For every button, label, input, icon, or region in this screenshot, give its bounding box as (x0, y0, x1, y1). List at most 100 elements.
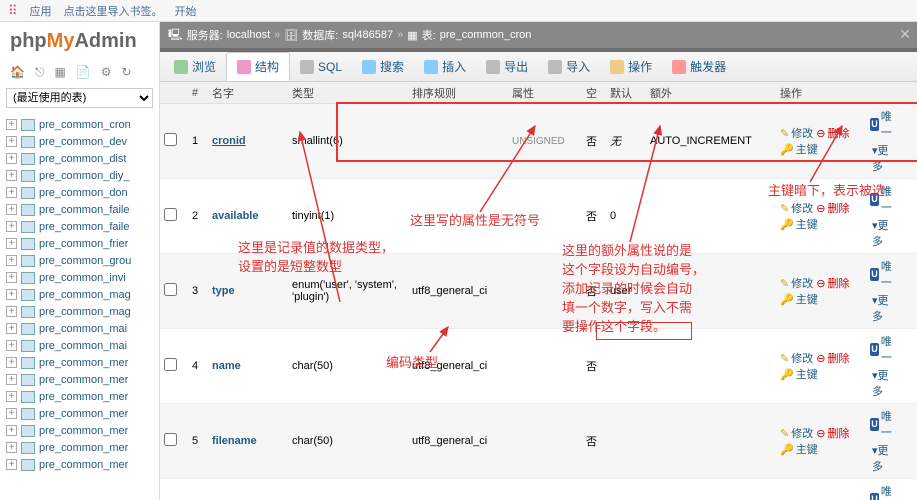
table-row-9[interactable]: +pre_common_invi (6, 269, 159, 286)
expand-icon[interactable]: + (6, 408, 17, 419)
table-row-20[interactable]: +pre_common_mer (6, 456, 159, 473)
close-icon[interactable]: ✕ (899, 26, 911, 43)
expand-icon[interactable]: + (6, 170, 17, 181)
tab-export[interactable]: 导出 (476, 53, 538, 80)
tab-sql[interactable]: SQL (290, 55, 352, 79)
apps-grid-icon[interactable]: ⠿ (8, 3, 18, 19)
table-row-1[interactable]: +pre_common_dev (6, 133, 159, 150)
delete-button[interactable]: ⊖删除 (816, 425, 849, 441)
expand-icon[interactable]: + (6, 204, 17, 215)
breadcrumb-server[interactable]: localhost (227, 29, 270, 41)
expand-icon[interactable]: + (6, 153, 17, 164)
docs-icon[interactable]: 📄 (76, 65, 91, 80)
column-name[interactable]: filename (208, 431, 288, 451)
expand-icon[interactable]: + (6, 374, 17, 385)
more-dropdown[interactable]: ▾更多 (872, 442, 896, 474)
expand-icon[interactable]: + (6, 272, 17, 283)
unique-button[interactable]: U唯一 (870, 483, 896, 500)
delete-button[interactable]: ⊖删除 (816, 125, 849, 141)
table-row-10[interactable]: +pre_common_mag (6, 286, 159, 303)
primary-key-button[interactable]: 🔑主键 (780, 216, 818, 232)
phpmyadmin-logo[interactable]: phpMyAdmin (0, 22, 159, 61)
table-row-4[interactable]: +pre_common_don (6, 184, 159, 201)
table-row-0[interactable]: +pre_common_cron (6, 116, 159, 133)
row-checkbox[interactable] (164, 208, 177, 221)
tab-browse[interactable]: 浏览 (164, 53, 226, 80)
table-row-14[interactable]: +pre_common_mer (6, 354, 159, 371)
table-row-17[interactable]: +pre_common_mer (6, 405, 159, 422)
table-row-5[interactable]: +pre_common_faile (6, 201, 159, 218)
unique-button[interactable]: U唯一 (870, 258, 896, 290)
tab-operations[interactable]: 操作 (600, 53, 662, 80)
table-row-2[interactable]: +pre_common_dist (6, 150, 159, 167)
logout-icon[interactable]: ⎋ (35, 65, 45, 80)
table-row-6[interactable]: +pre_common_faile (6, 218, 159, 235)
home-icon[interactable]: 🏠 (10, 65, 25, 80)
table-row-11[interactable]: +pre_common_mag (6, 303, 159, 320)
edit-button[interactable]: ✎修改 (780, 350, 813, 366)
expand-icon[interactable]: + (6, 425, 17, 436)
unique-button[interactable]: U唯一 (870, 108, 896, 140)
expand-icon[interactable]: + (6, 459, 17, 470)
expand-icon[interactable]: + (6, 238, 17, 249)
delete-button[interactable]: ⊖删除 (816, 275, 849, 291)
settings-icon[interactable]: ⚙ (101, 65, 112, 80)
sql-icon[interactable]: ▦ (54, 65, 65, 80)
table-row-18[interactable]: +pre_common_mer (6, 422, 159, 439)
column-name[interactable]: cronid (208, 131, 288, 151)
breadcrumb-db[interactable]: sql486587 (342, 29, 393, 41)
primary-key-button[interactable]: 🔑主键 (780, 366, 818, 382)
row-checkbox[interactable] (164, 133, 177, 146)
more-dropdown[interactable]: ▾更多 (872, 367, 896, 399)
more-dropdown[interactable]: ▾更多 (872, 292, 896, 324)
table-row-19[interactable]: +pre_common_mer (6, 439, 159, 456)
expand-icon[interactable]: + (6, 340, 17, 351)
primary-key-button[interactable]: 🔑主键 (780, 441, 818, 457)
more-dropdown[interactable]: ▾更多 (872, 142, 896, 174)
edit-button[interactable]: ✎修改 (780, 275, 813, 291)
table-row-3[interactable]: +pre_common_diy_ (6, 167, 159, 184)
row-checkbox[interactable] (164, 433, 177, 446)
column-name[interactable]: available (208, 206, 288, 226)
import-bookmarks-tip[interactable]: 点击这里导入书签。 (64, 3, 163, 19)
unique-button[interactable]: U唯一 (870, 333, 896, 365)
expand-icon[interactable]: + (6, 119, 17, 130)
edit-button[interactable]: ✎修改 (780, 125, 813, 141)
apps-link[interactable]: 应用 (30, 3, 52, 19)
recent-tables-select[interactable]: (最近使用的表) (6, 88, 153, 108)
start-link[interactable]: 开始 (175, 3, 197, 19)
expand-icon[interactable]: + (6, 289, 17, 300)
table-row-12[interactable]: +pre_common_mai (6, 320, 159, 337)
expand-icon[interactable]: + (6, 187, 17, 198)
edit-button[interactable]: ✎修改 (780, 200, 813, 216)
reload-icon[interactable]: ↻ (122, 65, 132, 80)
delete-button[interactable]: ⊖删除 (816, 350, 849, 366)
unique-button[interactable]: U唯一 (870, 408, 896, 440)
tab-import[interactable]: 导入 (538, 53, 600, 80)
tab-triggers[interactable]: 触发器 (662, 53, 736, 80)
expand-icon[interactable]: + (6, 221, 17, 232)
tab-structure[interactable]: 结构 (226, 52, 290, 81)
table-row-7[interactable]: +pre_common_frier (6, 235, 159, 252)
column-name[interactable]: type (208, 281, 288, 301)
expand-icon[interactable]: + (6, 357, 17, 368)
tab-insert[interactable]: 插入 (414, 53, 476, 80)
unique-button[interactable]: U唯一 (870, 183, 896, 215)
column-name[interactable]: name (208, 356, 288, 376)
delete-button[interactable]: ⊖删除 (816, 200, 849, 216)
expand-icon[interactable]: + (6, 136, 17, 147)
row-checkbox[interactable] (164, 283, 177, 296)
more-dropdown[interactable]: ▾更多 (872, 217, 896, 249)
table-row-8[interactable]: +pre_common_grou (6, 252, 159, 269)
expand-icon[interactable]: + (6, 255, 17, 266)
table-row-13[interactable]: +pre_common_mai (6, 337, 159, 354)
tab-search[interactable]: 搜索 (352, 53, 414, 80)
primary-key-button[interactable]: 🔑主键 (780, 141, 818, 157)
expand-icon[interactable]: + (6, 442, 17, 453)
breadcrumb-table[interactable]: pre_common_cron (440, 29, 532, 41)
expand-icon[interactable]: + (6, 391, 17, 402)
row-checkbox[interactable] (164, 358, 177, 371)
table-row-15[interactable]: +pre_common_mer (6, 371, 159, 388)
expand-icon[interactable]: + (6, 306, 17, 317)
primary-key-button[interactable]: 🔑主键 (780, 291, 818, 307)
